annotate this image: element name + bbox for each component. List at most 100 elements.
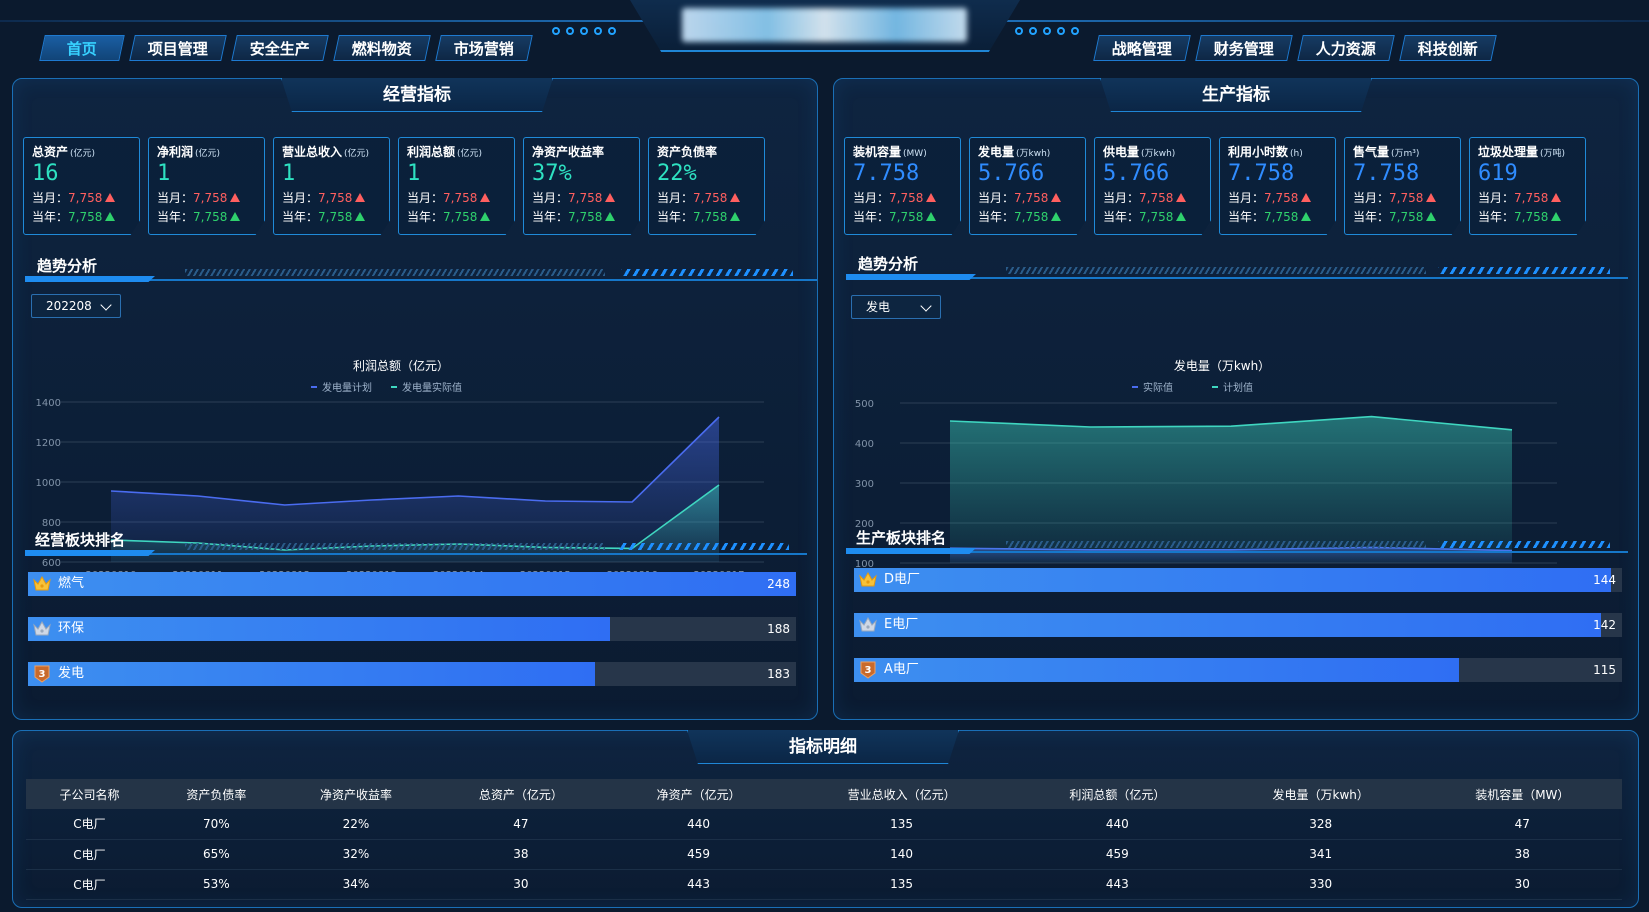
kpi-year: 当年：7,758 (1478, 208, 1577, 225)
kpi-year: 当年：7,758 (1353, 208, 1452, 225)
arrow-up-icon (105, 212, 116, 221)
ranking-value: 144 (1593, 573, 1616, 587)
nav-tab-0[interactable]: 战略管理 (1093, 35, 1191, 61)
table-row: C电厂 53% 34% 30 443 135 443 330 30 (26, 869, 1622, 900)
silver-crown-icon (859, 616, 877, 634)
y-tick-label: 400 (855, 439, 874, 450)
legend-label: 实际值 (1143, 381, 1173, 394)
kpi-card: 售气量 (万m³) 7.758 当月：7,758 当年：7,758 (1344, 137, 1461, 235)
arrow-up-icon (1301, 193, 1312, 202)
operating-panel: 经营指标 总资产 (亿元) 16 当月：7,758 当年：7,758 净利润 (亿元) 1 当月… (12, 78, 818, 720)
kpi-month: 当月：7,758 (1228, 189, 1327, 206)
panel-title: 经营指标 (281, 78, 553, 112)
table-header-cell: 资产负债率 (152, 779, 280, 809)
table-header-cell: 总资产（亿元） (432, 779, 610, 809)
panel-title: 生产指标 (1100, 78, 1372, 112)
nav-tab-2[interactable]: 安全生产 (231, 35, 329, 61)
table-cell: 443 (1015, 869, 1219, 900)
kpi-year: 当年：7,758 (532, 208, 631, 225)
nav-tab-label: 财务管理 (1213, 40, 1274, 58)
nav-tab-2[interactable]: 人力资源 (1297, 35, 1395, 61)
nav-tab-label: 首页 (66, 40, 97, 58)
table-header-cell: 利润总额（亿元） (1015, 779, 1219, 809)
table-cell: 459 (1015, 839, 1219, 870)
chart-title: 利润总额（亿元） (353, 358, 449, 373)
header-dots-right (1015, 24, 1079, 38)
production-panel: 生产指标 装机容量 (MW) 7.758 当月：7,758 当年：7,758 发电量 (万k… (833, 78, 1639, 720)
legend-label: 发电量计划 (322, 381, 372, 394)
arrow-up-icon (730, 212, 741, 221)
arrow-up-icon (926, 212, 937, 221)
arrow-up-icon (605, 193, 616, 202)
kpi-name: 营业总收入 (亿元) (282, 145, 370, 159)
arrow-up-icon (105, 193, 116, 202)
y-tick-label: 600 (42, 558, 61, 569)
kpi-unit: (亿元) (457, 149, 483, 159)
kpi-value: 619 (1478, 161, 1518, 186)
operating-kpi-row: 总资产 (亿元) 16 当月：7,758 当年：7,758 净利润 (亿元) 1 当月：7,75… (23, 137, 765, 235)
kpi-year: 当年：7,758 (657, 208, 756, 225)
kpi-card: 总资产 (亿元) 16 当月：7,758 当年：7,758 (23, 137, 140, 235)
kpi-name: 供电量 (万kwh) (1103, 145, 1176, 159)
kpi-name: 净利润 (亿元) (157, 145, 221, 159)
series-line (110, 416, 720, 506)
production-kpi-row: 装机容量 (MW) 7.758 当月：7,758 当年：7,758 发电量 (万kwh) 5.… (844, 137, 1586, 235)
kpi-year: 当年：7,758 (1228, 208, 1327, 225)
table-cell: 440 (609, 809, 788, 840)
table-header-cell: 子公司名称 (26, 779, 153, 809)
table-cell: 135 (787, 869, 1016, 900)
table-cell: 443 (609, 869, 788, 900)
y-tick-label: 500 (855, 399, 874, 410)
kpi-value: 1 (157, 161, 171, 186)
kpi-month: 当月：7,758 (1353, 189, 1452, 206)
table-cell: 140 (787, 839, 1016, 870)
ranking-row: E电厂 142 (854, 613, 1622, 637)
nav-tab-1[interactable]: 项目管理 (129, 35, 227, 61)
table-row: C电厂 70% 22% 47 440 135 440 328 47 (26, 809, 1622, 840)
ranking-bar-fill (28, 572, 796, 596)
kpi-year: 当年：7,758 (32, 208, 131, 225)
kpi-unit: (亿元) (70, 149, 96, 159)
ranking-value: 142 (1593, 618, 1616, 632)
nav-tab-3[interactable]: 燃料物资 (333, 35, 431, 61)
svg-text:3: 3 (865, 665, 872, 676)
legend-label: 计划值 (1223, 381, 1253, 394)
nav-tab-4[interactable]: 市场营销 (435, 35, 533, 61)
table-cell: 53% (152, 869, 280, 900)
table-header-cell: 营业总收入（亿元） (787, 779, 1016, 809)
kpi-year: 当年：7,758 (978, 208, 1077, 225)
arrow-up-icon (230, 193, 241, 202)
arrow-up-icon (480, 212, 491, 221)
header-dots-left (552, 24, 616, 38)
nav-tab-label: 安全生产 (249, 40, 310, 58)
kpi-card: 净资产收益率 37% 当月：7,758 当年：7,758 (523, 137, 640, 235)
bronze-badge-icon: 3 (859, 661, 877, 679)
kpi-value: 7.758 (853, 161, 920, 186)
table-cell: C电厂 (26, 839, 153, 870)
table-header-cell: 净资产（亿元） (609, 779, 788, 809)
operating-trend-chart: 利润总额（亿元）发电量计划发电量实际值600800100012001400202… (36, 358, 764, 581)
section-title: 趋势分析 (858, 255, 919, 273)
kpi-card: 利润总额 (亿元) 1 当月：7,758 当年：7,758 (398, 137, 515, 235)
kpi-month: 当月：7,758 (532, 189, 631, 206)
kpi-name: 垃圾处理量 (万吨) (1478, 145, 1566, 159)
kpi-unit: (亿元) (344, 149, 370, 159)
table-cell: 65% (152, 839, 280, 870)
kpi-year: 当年：7,758 (282, 208, 381, 225)
nav-tab-0[interactable]: 首页 (39, 35, 125, 61)
nav-tab-label: 项目管理 (147, 40, 208, 58)
ranking-value: 183 (767, 667, 790, 681)
nav-tab-label: 燃料物资 (351, 40, 412, 58)
nav-tab-3[interactable]: 科技创新 (1399, 35, 1497, 61)
table-header-row: 子公司名称 资产负债率 净资产收益率 总资产（亿元） 净资产（亿元） 营业总收入（亿元）利… (26, 779, 1622, 809)
nav-tab-1[interactable]: 财务管理 (1195, 35, 1293, 61)
arrow-up-icon (1551, 193, 1562, 202)
svg-text:3: 3 (39, 669, 46, 680)
table-cell: 341 (1218, 839, 1423, 870)
y-tick-label: 300 (855, 479, 874, 490)
kpi-unit: (万m³) (1391, 149, 1420, 159)
kpi-month: 当月：7,758 (157, 189, 256, 206)
table-cell: C电厂 (26, 809, 153, 840)
arrow-up-icon (355, 193, 366, 202)
kpi-name: 总资产 (亿元) (32, 145, 96, 159)
